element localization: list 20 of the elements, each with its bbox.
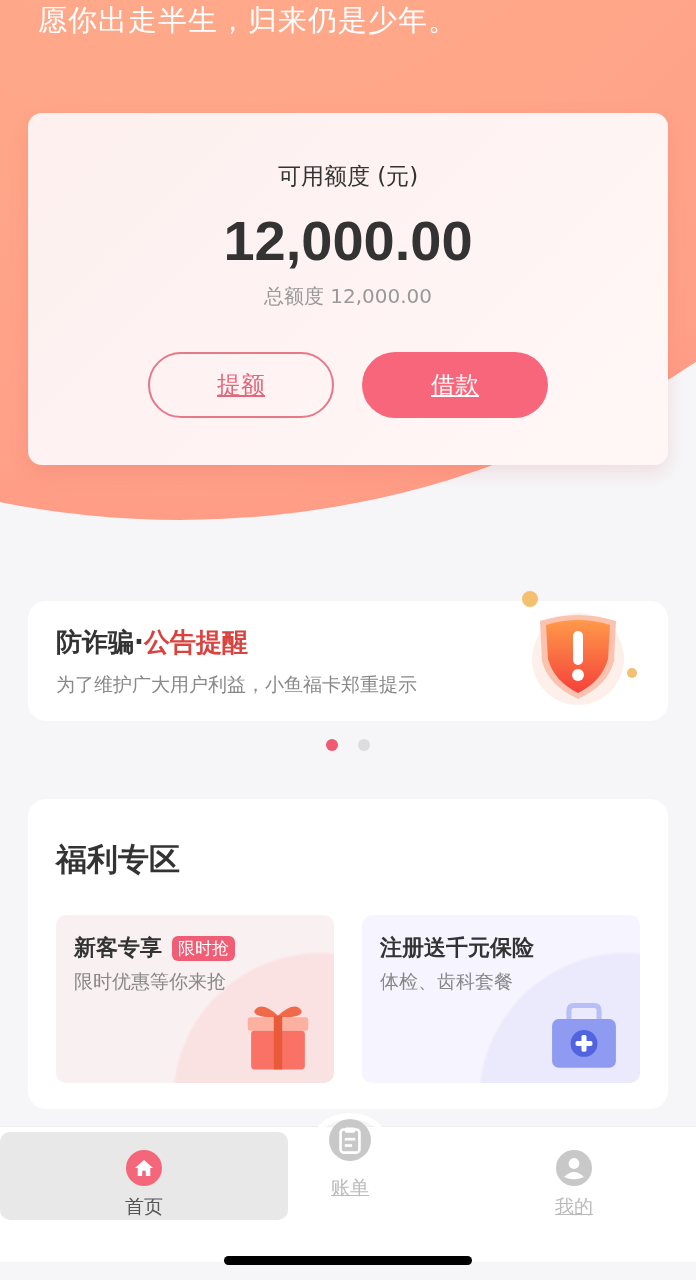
total-amount: 总额度 12,000.00 xyxy=(263,283,433,310)
promo-subtitle: 体检、齿科套餐 xyxy=(380,969,514,994)
tab-item[interactable]: 首页 xyxy=(0,1132,288,1220)
notice-card[interactable]: 防诈骗·公告提醒 为了维护广大用户利益，小鱼福卡郑重提示 xyxy=(28,601,668,721)
promo-title: 注册送千元保险 xyxy=(380,934,534,962)
section-title: 福利专区 xyxy=(56,840,181,879)
notice-text: 为了维护广大用户利益，小鱼福卡郑重提示 xyxy=(56,671,418,697)
home-icon xyxy=(124,1150,164,1186)
motto-text: 愿你出走半生，归来仍是少年。 xyxy=(37,2,459,39)
promo-card[interactable]: 新客专享 限时抢 限时优惠等你来抢 xyxy=(56,915,334,1083)
available-amount: 12,000.00 xyxy=(223,208,473,273)
promo-title: 新客专享 xyxy=(74,934,162,962)
user-icon xyxy=(554,1150,594,1186)
notice-title: 防诈骗·公告提醒 xyxy=(56,625,249,659)
promo-subtitle: 限时优惠等你来抢 xyxy=(74,969,227,994)
page-dot[interactable] xyxy=(358,739,370,751)
promo-tag: 限时抢 xyxy=(172,935,235,961)
promo-card[interactable]: 注册送千元保险 体检、齿科套餐 xyxy=(362,915,640,1083)
credit-label: 可用额度 (元) xyxy=(277,162,419,191)
page-dot[interactable] xyxy=(326,739,338,751)
